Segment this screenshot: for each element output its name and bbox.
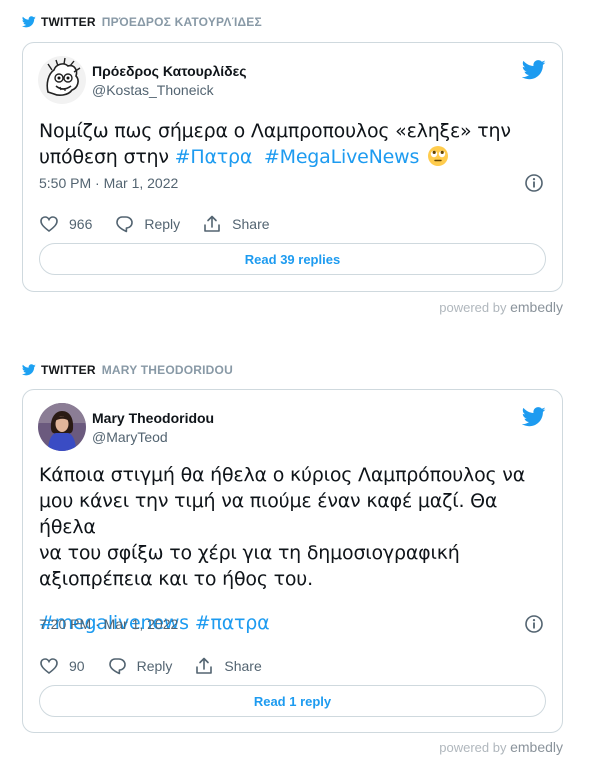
powered-by-embedly[interactable]: powered by embedly <box>439 739 563 755</box>
reply-label: Reply <box>136 658 173 674</box>
twitter-bird-icon <box>22 16 36 28</box>
tweet-header[interactable]: Mary Theodoridou @MaryTeod <box>38 402 214 452</box>
share-icon <box>196 657 213 674</box>
avatar[interactable] <box>38 56 86 104</box>
read-replies-button[interactable]: Read 39 replies <box>39 243 546 275</box>
avatar[interactable] <box>38 403 86 451</box>
source-label: TWITTER <box>41 15 96 29</box>
heart-icon <box>40 658 58 675</box>
info-icon[interactable] <box>524 614 544 634</box>
embedly-brand: embedly <box>510 739 563 755</box>
powered-by-text: powered by <box>439 300 507 315</box>
source-label: TWITTER <box>41 363 96 377</box>
share-label: Share <box>232 216 270 232</box>
source-author: MARY THEODORIDOU <box>101 363 233 377</box>
tweet-meta: 5:50 PM · Mar 1, 2022 <box>39 173 546 193</box>
reply-icon <box>108 658 126 675</box>
read-replies-button[interactable]: Read 1 reply <box>39 685 546 717</box>
share-icon <box>204 215 220 232</box>
share-button[interactable]: Share <box>194 656 262 676</box>
twitter-bird-icon <box>22 364 36 376</box>
user-handle[interactable]: @MaryTeod <box>92 428 214 446</box>
tweet-embed-1: TWITTER ΠΡΌΕΔΡΟΣ ΚΑΤΟΥΡΛΊΔΕΣ Πρόεδρος Κα… <box>22 14 563 315</box>
share-label: Share <box>224 658 262 674</box>
embedly-brand: embedly <box>510 299 563 315</box>
tweet-text-line: αξιοπρέπεια και το ήθος του. <box>39 568 313 590</box>
tweet-text: Νομίζω πως σήμερα ο Λαμπροπουλος «εληξε»… <box>39 118 546 170</box>
powered-by-text: powered by <box>439 740 507 755</box>
twitter-bird-icon[interactable] <box>522 407 546 427</box>
like-count: 966 <box>69 216 93 232</box>
like-count: 90 <box>69 658 85 674</box>
rolling-eyes-emoji <box>428 146 448 166</box>
embed-source-line: TWITTER MARY THEODORIDOU <box>22 362 563 378</box>
tweet-text: Κάποια στιγμή θα ήθελα ο κύριος Λαμπρόπο… <box>39 462 546 636</box>
like-button[interactable]: 966 <box>39 214 92 234</box>
tweet-actions: 966 Reply Share <box>39 214 292 234</box>
tweet-text-line: Κάποια στιγμή θα ήθελα ο κύριος Λαμπρόπο… <box>39 464 526 486</box>
tweet-text-line: μου κάνει την τιμή να πιούμε έναν καφέ μ… <box>39 490 498 538</box>
reply-label: Reply <box>144 216 181 232</box>
tweet-embed-2: TWITTER MARY THEODORIDOU Mary Theodorido… <box>22 362 563 755</box>
share-button[interactable]: Share <box>202 214 270 234</box>
like-button[interactable]: 90 <box>39 656 85 676</box>
reply-button[interactable]: Reply <box>107 656 173 676</box>
tweet-meta: 7:20 PM · Mar 1, 2022 <box>39 614 546 634</box>
tweet-actions: 90 Reply Share <box>39 656 284 676</box>
display-name[interactable]: Πρόεδρος Κατουρλίδες <box>92 62 247 80</box>
source-author: ΠΡΌΕΔΡΟΣ ΚΑΤΟΥΡΛΊΔΕΣ <box>101 15 262 29</box>
twitter-bird-icon[interactable] <box>522 60 546 80</box>
tweet-card: Πρόεδρος Κατουρλίδες @Kostas_Thoneick Νο… <box>22 42 563 292</box>
hashtag-link[interactable]: #MegaLiveNews <box>264 146 419 168</box>
tweet-header[interactable]: Πρόεδρος Κατουρλίδες @Kostas_Thoneick <box>38 55 247 105</box>
tweet-timestamp[interactable]: 7:20 PM · Mar 1, 2022 <box>39 616 178 632</box>
reply-button[interactable]: Reply <box>114 214 180 234</box>
embed-source-line: TWITTER ΠΡΌΕΔΡΟΣ ΚΑΤΟΥΡΛΊΔΕΣ <box>22 14 563 30</box>
tweet-timestamp[interactable]: 5:50 PM · Mar 1, 2022 <box>39 175 178 191</box>
info-icon[interactable] <box>524 173 544 193</box>
hashtag-link[interactable]: #Πατρα <box>175 146 253 168</box>
powered-by-embedly[interactable]: powered by embedly <box>439 299 563 315</box>
user-handle[interactable]: @Kostas_Thoneick <box>92 81 247 99</box>
heart-icon <box>40 216 58 233</box>
display-name[interactable]: Mary Theodoridou <box>92 409 214 427</box>
reply-icon <box>116 216 134 233</box>
tweet-text-line: να του σφίξω το χέρι για τη δημοσιογραφι… <box>39 542 460 564</box>
tweet-card: Mary Theodoridou @MaryTeod Κάποια στιγμή… <box>22 389 563 733</box>
